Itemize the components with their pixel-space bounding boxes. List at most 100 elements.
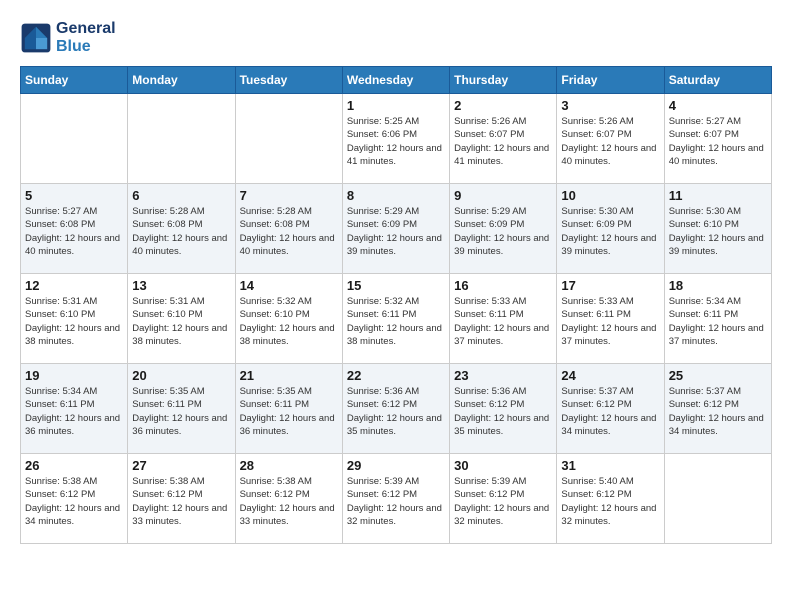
header-wednesday: Wednesday bbox=[342, 67, 449, 94]
calendar-week-3: 19 Sunrise: 5:34 AM Sunset: 6:11 PM Dayli… bbox=[21, 364, 772, 454]
header-friday: Friday bbox=[557, 67, 664, 94]
day-info: Sunrise: 5:31 AM Sunset: 6:10 PM Dayligh… bbox=[25, 295, 123, 348]
day-number: 25 bbox=[669, 368, 767, 383]
calendar-cell: 14 Sunrise: 5:32 AM Sunset: 6:10 PM Dayli… bbox=[235, 274, 342, 364]
calendar-week-1: 5 Sunrise: 5:27 AM Sunset: 6:08 PM Daylig… bbox=[21, 184, 772, 274]
calendar-cell: 23Sunrise: 5:36 AM Sunset: 6:12 PM Dayli… bbox=[450, 364, 557, 454]
calendar-cell: 16 Sunrise: 5:33 AM Sunset: 6:11 PM Dayli… bbox=[450, 274, 557, 364]
logo: General Blue bbox=[20, 20, 116, 56]
day-info: Sunrise: 5:38 AM Sunset: 6:12 PM Dayligh… bbox=[240, 475, 338, 528]
day-info: Sunrise: 5:29 AM Sunset: 6:09 PM Dayligh… bbox=[454, 205, 552, 258]
header-tuesday: Tuesday bbox=[235, 67, 342, 94]
calendar-cell: 29 Sunrise: 5:39 AM Sunset: 6:12 PM Dayli… bbox=[342, 454, 449, 544]
day-info: Sunrise: 5:38 AM Sunset: 6:12 PM Dayligh… bbox=[25, 475, 123, 528]
day-number: 4 bbox=[669, 98, 767, 113]
header-sunday: Sunday bbox=[21, 67, 128, 94]
calendar-cell: 3 Sunrise: 5:26 AM Sunset: 6:07 PM Daylig… bbox=[557, 94, 664, 184]
day-info: Sunrise: 5:37 AM Sunset: 6:12 PM Dayligh… bbox=[561, 385, 659, 438]
calendar-cell: 15Sunrise: 5:32 AM Sunset: 6:11 PM Dayli… bbox=[342, 274, 449, 364]
calendar-cell: 7 Sunrise: 5:28 AM Sunset: 6:08 PM Daylig… bbox=[235, 184, 342, 274]
calendar-cell: 17 Sunrise: 5:33 AM Sunset: 6:11 PM Dayli… bbox=[557, 274, 664, 364]
logo-general: General bbox=[56, 20, 116, 38]
day-number: 15 bbox=[347, 278, 445, 293]
day-number: 20 bbox=[132, 368, 230, 383]
day-number: 27 bbox=[132, 458, 230, 473]
day-info: Sunrise: 5:35 AM Sunset: 6:11 PM Dayligh… bbox=[240, 385, 338, 438]
day-info: Sunrise: 5:32 AM Sunset: 6:10 PM Dayligh… bbox=[240, 295, 338, 348]
calendar-cell: 5 Sunrise: 5:27 AM Sunset: 6:08 PM Daylig… bbox=[21, 184, 128, 274]
day-info: Sunrise: 5:27 AM Sunset: 6:07 PM Dayligh… bbox=[669, 115, 767, 168]
day-info: Sunrise: 5:27 AM Sunset: 6:08 PM Dayligh… bbox=[25, 205, 123, 258]
day-info: Sunrise: 5:33 AM Sunset: 6:11 PM Dayligh… bbox=[454, 295, 552, 348]
calendar-cell: 21 Sunrise: 5:35 AM Sunset: 6:11 PM Dayli… bbox=[235, 364, 342, 454]
calendar-cell: 19 Sunrise: 5:34 AM Sunset: 6:11 PM Dayli… bbox=[21, 364, 128, 454]
calendar-cell bbox=[664, 454, 771, 544]
day-info: Sunrise: 5:33 AM Sunset: 6:11 PM Dayligh… bbox=[561, 295, 659, 348]
calendar-cell: 27 Sunrise: 5:38 AM Sunset: 6:12 PM Dayli… bbox=[128, 454, 235, 544]
calendar-cell: 9 Sunrise: 5:29 AM Sunset: 6:09 PM Daylig… bbox=[450, 184, 557, 274]
day-info: Sunrise: 5:30 AM Sunset: 6:10 PM Dayligh… bbox=[669, 205, 767, 258]
day-info: Sunrise: 5:37 AM Sunset: 6:12 PM Dayligh… bbox=[669, 385, 767, 438]
day-number: 1 bbox=[347, 98, 445, 113]
day-info: Sunrise: 5:34 AM Sunset: 6:11 PM Dayligh… bbox=[669, 295, 767, 348]
day-info: Sunrise: 5:39 AM Sunset: 6:12 PM Dayligh… bbox=[347, 475, 445, 528]
day-number: 3 bbox=[561, 98, 659, 113]
day-number: 5 bbox=[25, 188, 123, 203]
day-info: Sunrise: 5:26 AM Sunset: 6:07 PM Dayligh… bbox=[561, 115, 659, 168]
day-info: Sunrise: 5:35 AM Sunset: 6:11 PM Dayligh… bbox=[132, 385, 230, 438]
day-number: 18 bbox=[669, 278, 767, 293]
header-monday: Monday bbox=[128, 67, 235, 94]
day-number: 17 bbox=[561, 278, 659, 293]
day-number: 10 bbox=[561, 188, 659, 203]
calendar-week-2: 12Sunrise: 5:31 AM Sunset: 6:10 PM Dayli… bbox=[21, 274, 772, 364]
day-info: Sunrise: 5:28 AM Sunset: 6:08 PM Dayligh… bbox=[132, 205, 230, 258]
calendar-cell: 1Sunrise: 5:25 AM Sunset: 6:06 PM Daylig… bbox=[342, 94, 449, 184]
day-number: 11 bbox=[669, 188, 767, 203]
calendar-cell: 13Sunrise: 5:31 AM Sunset: 6:10 PM Dayli… bbox=[128, 274, 235, 364]
calendar-cell bbox=[235, 94, 342, 184]
day-info: Sunrise: 5:38 AM Sunset: 6:12 PM Dayligh… bbox=[132, 475, 230, 528]
day-info: Sunrise: 5:29 AM Sunset: 6:09 PM Dayligh… bbox=[347, 205, 445, 258]
day-number: 28 bbox=[240, 458, 338, 473]
day-info: Sunrise: 5:36 AM Sunset: 6:12 PM Dayligh… bbox=[347, 385, 445, 438]
day-number: 26 bbox=[25, 458, 123, 473]
day-number: 16 bbox=[454, 278, 552, 293]
day-number: 7 bbox=[240, 188, 338, 203]
day-number: 2 bbox=[454, 98, 552, 113]
day-number: 24 bbox=[561, 368, 659, 383]
day-number: 31 bbox=[561, 458, 659, 473]
day-number: 22 bbox=[347, 368, 445, 383]
calendar-cell bbox=[128, 94, 235, 184]
page-header: General Blue bbox=[20, 20, 772, 56]
header-saturday: Saturday bbox=[664, 67, 771, 94]
calendar-cell: 6 Sunrise: 5:28 AM Sunset: 6:08 PM Daylig… bbox=[128, 184, 235, 274]
day-number: 19 bbox=[25, 368, 123, 383]
day-info: Sunrise: 5:36 AM Sunset: 6:12 PM Dayligh… bbox=[454, 385, 552, 438]
day-number: 21 bbox=[240, 368, 338, 383]
calendar-cell: 31 Sunrise: 5:40 AM Sunset: 6:12 PM Dayli… bbox=[557, 454, 664, 544]
day-number: 8 bbox=[347, 188, 445, 203]
day-info: Sunrise: 5:34 AM Sunset: 6:11 PM Dayligh… bbox=[25, 385, 123, 438]
day-info: Sunrise: 5:40 AM Sunset: 6:12 PM Dayligh… bbox=[561, 475, 659, 528]
day-number: 6 bbox=[132, 188, 230, 203]
calendar-cell: 20 Sunrise: 5:35 AM Sunset: 6:11 PM Dayli… bbox=[128, 364, 235, 454]
day-info: Sunrise: 5:26 AM Sunset: 6:07 PM Dayligh… bbox=[454, 115, 552, 168]
calendar-header-row: SundayMondayTuesdayWednesdayThursdayFrid… bbox=[21, 67, 772, 94]
calendar-cell: 11 Sunrise: 5:30 AM Sunset: 6:10 PM Dayli… bbox=[664, 184, 771, 274]
day-info: Sunrise: 5:28 AM Sunset: 6:08 PM Dayligh… bbox=[240, 205, 338, 258]
logo-icon bbox=[20, 22, 52, 54]
day-number: 29 bbox=[347, 458, 445, 473]
day-number: 9 bbox=[454, 188, 552, 203]
calendar-cell: 8 Sunrise: 5:29 AM Sunset: 6:09 PM Daylig… bbox=[342, 184, 449, 274]
day-number: 30 bbox=[454, 458, 552, 473]
calendar-cell: 22 Sunrise: 5:36 AM Sunset: 6:12 PM Dayli… bbox=[342, 364, 449, 454]
day-number: 14 bbox=[240, 278, 338, 293]
day-number: 13 bbox=[132, 278, 230, 293]
calendar-cell: 26 Sunrise: 5:38 AM Sunset: 6:12 PM Dayli… bbox=[21, 454, 128, 544]
logo-blue: Blue bbox=[56, 38, 116, 56]
header-thursday: Thursday bbox=[450, 67, 557, 94]
calendar-cell: 10Sunrise: 5:30 AM Sunset: 6:09 PM Dayli… bbox=[557, 184, 664, 274]
calendar-table: SundayMondayTuesdayWednesdayThursdayFrid… bbox=[20, 66, 772, 544]
calendar-cell: 4 Sunrise: 5:27 AM Sunset: 6:07 PM Daylig… bbox=[664, 94, 771, 184]
calendar-cell: 30Sunrise: 5:39 AM Sunset: 6:12 PM Dayli… bbox=[450, 454, 557, 544]
